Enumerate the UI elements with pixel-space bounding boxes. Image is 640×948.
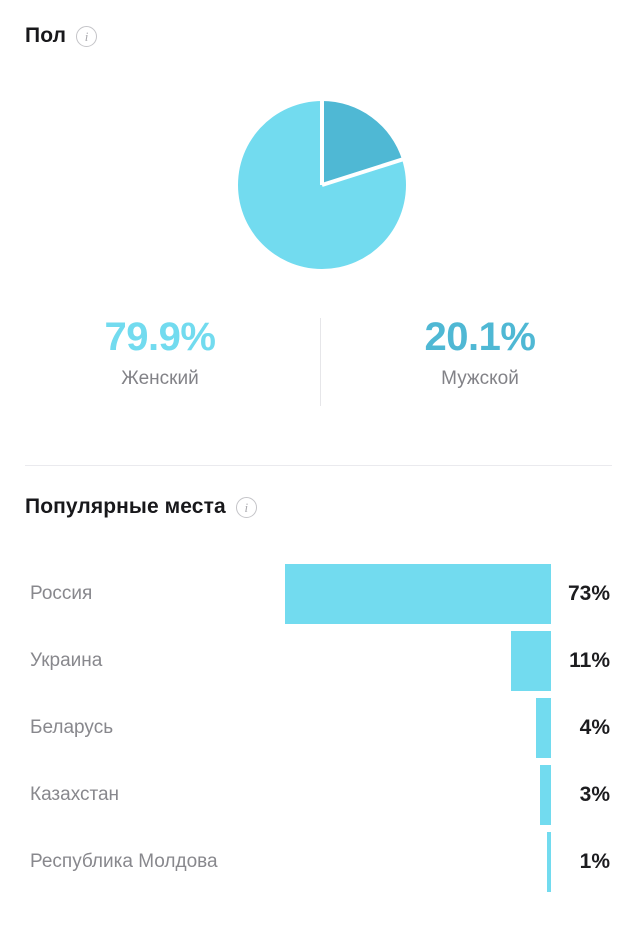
- bar-row-value: 1%: [579, 850, 610, 873]
- bar-track: [0, 564, 551, 624]
- gender-female-value: 79.9%: [104, 315, 216, 359]
- places-bar-chart: Россия 73% Украина 11% Беларусь 4% Казахстан 3%…: [0, 564, 640, 899]
- bar-track: [0, 832, 551, 892]
- section-divider: [25, 465, 612, 466]
- gender-pie-chart: [236, 99, 408, 271]
- bar-row[interactable]: Украина 11%: [0, 631, 640, 698]
- bar-fill: [536, 698, 551, 758]
- gender-stat-female: 79.9% Женский: [0, 312, 320, 396]
- gender-female-label: Женский: [121, 368, 199, 389]
- bar-row[interactable]: Республика Молдова 1%: [0, 832, 640, 899]
- bar-row-value: 4%: [579, 716, 610, 739]
- bar-track: [0, 698, 551, 758]
- bar-fill: [510, 631, 551, 691]
- pie-chart-svg: [238, 99, 406, 269]
- info-icon[interactable]: i: [235, 496, 257, 518]
- gender-stat-male: 20.1% Мужской: [320, 312, 640, 396]
- bar-track: [0, 765, 551, 825]
- gender-male-value: 20.1%: [424, 315, 536, 359]
- bar-row-value: 11%: [569, 649, 610, 672]
- analytics-audience-panel: Пол i 79.9% Женский 20.1% Мужской Популя…: [0, 0, 640, 948]
- bar-row-value: 73%: [567, 582, 610, 605]
- gender-section-title: Пол: [25, 24, 67, 47]
- bar-track: [0, 631, 551, 691]
- bar-row[interactable]: Беларусь 4%: [0, 698, 640, 765]
- gender-section-header: Пол i: [25, 24, 98, 48]
- bar-fill: [540, 765, 551, 825]
- places-section-header: Популярные места i: [25, 495, 257, 519]
- places-section-title: Популярные места: [25, 495, 226, 518]
- info-icon[interactable]: i: [76, 25, 98, 47]
- gender-male-label: Мужской: [441, 368, 519, 389]
- gender-stats-vertical-divider: [320, 318, 321, 406]
- bar-fill: [285, 564, 551, 624]
- bar-row-value: 3%: [579, 783, 610, 806]
- bar-row[interactable]: Казахстан 3%: [0, 765, 640, 832]
- bar-row[interactable]: Россия 73%: [0, 564, 640, 631]
